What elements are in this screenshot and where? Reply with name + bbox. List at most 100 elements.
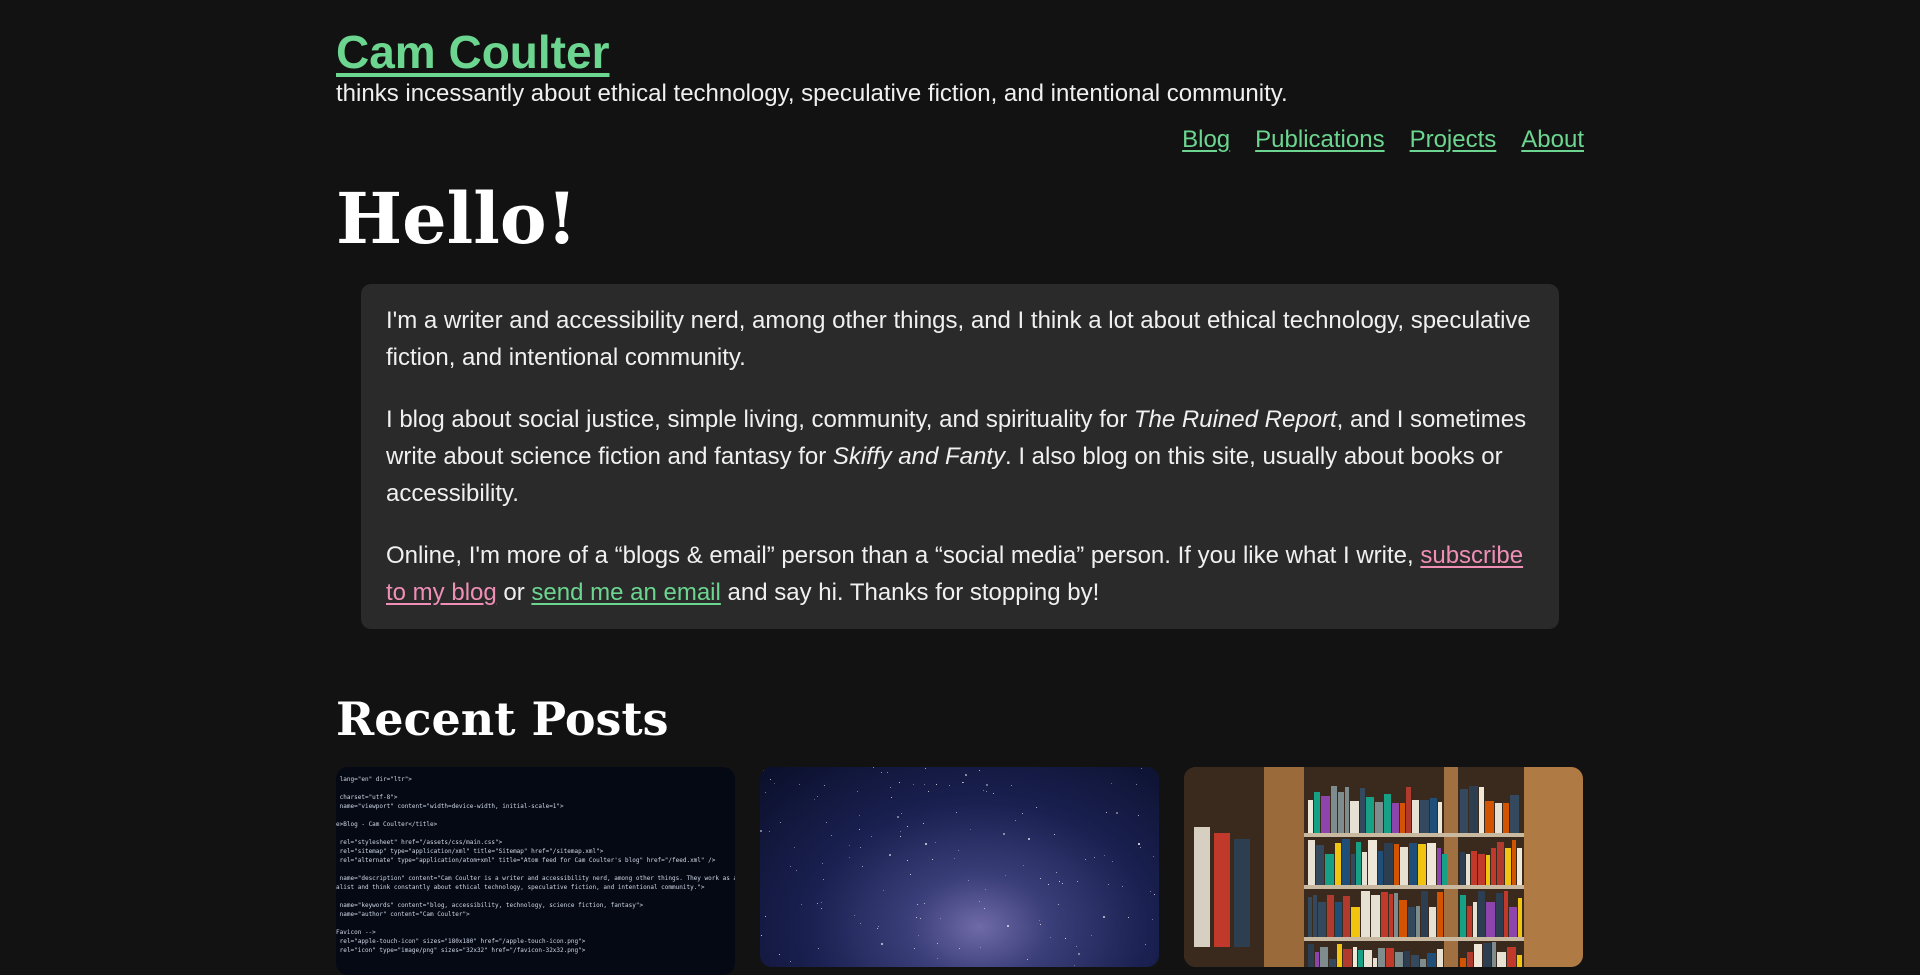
- book-spine: [1366, 797, 1374, 833]
- book-spine: [1384, 794, 1391, 833]
- book-spine: [1389, 894, 1393, 937]
- shelf-panel: [1304, 885, 1524, 889]
- star-dot: [878, 926, 879, 927]
- star-dot: [956, 812, 957, 813]
- star-dot: [1003, 833, 1005, 835]
- star-dot: [1116, 812, 1118, 814]
- book-spine: [1411, 955, 1419, 967]
- star-dot: [769, 831, 770, 832]
- book-spine: [1408, 907, 1415, 937]
- star-dot: [970, 829, 971, 830]
- book-spine: [1321, 796, 1330, 833]
- book-spine: [1460, 958, 1466, 967]
- book-spine: [1497, 952, 1506, 967]
- book-spine: [1510, 795, 1519, 833]
- shelf-panel: [1304, 937, 1524, 941]
- book-spine: [1342, 839, 1350, 885]
- star-dot: [1062, 883, 1063, 884]
- star-dot: [1104, 855, 1105, 856]
- book-spine: [1351, 854, 1355, 885]
- book-spine: [1509, 907, 1517, 937]
- star-dot: [881, 772, 882, 773]
- star-dot: [821, 902, 822, 903]
- email-link[interactable]: send me an email: [531, 579, 720, 606]
- book-spine: [1421, 891, 1428, 937]
- book-spine: [1478, 854, 1485, 885]
- book-spine: [1308, 840, 1315, 885]
- book-spine: [1485, 801, 1494, 833]
- book-spine: [1473, 902, 1477, 937]
- star-dot: [794, 847, 795, 848]
- book-spine: [1437, 949, 1443, 967]
- book-spine: [1356, 842, 1361, 885]
- code-line: <link rel="alternate" type="application/…: [336, 857, 716, 864]
- star-dot: [1154, 894, 1155, 895]
- star-dot: [765, 792, 766, 793]
- book-spine: [1368, 840, 1377, 885]
- star-dot: [1028, 838, 1030, 840]
- book-spine: [1325, 854, 1334, 885]
- book-spine: [1400, 803, 1405, 833]
- star-dot: [1094, 857, 1095, 858]
- book-spine: [1492, 942, 1496, 967]
- star-dot: [900, 836, 901, 837]
- book-spine: [1483, 943, 1491, 967]
- book-spine: [1364, 950, 1372, 967]
- star-dot: [917, 904, 918, 905]
- star-dot: [914, 948, 915, 949]
- nav-blog[interactable]: Blog: [1182, 126, 1230, 154]
- book-spine: [1338, 792, 1344, 833]
- book-spine: [1314, 792, 1320, 833]
- book-spine: [1467, 906, 1472, 937]
- book-spine: [1361, 891, 1370, 937]
- book-spine: [1351, 907, 1360, 937]
- post-card-code-thumbnail[interactable]: <html lang="en" dir="ltr"> <meta charset…: [336, 767, 735, 975]
- star-dot: [814, 799, 815, 800]
- star-dot: [1077, 881, 1078, 882]
- book-spine: [1479, 787, 1484, 833]
- nav-projects[interactable]: Projects: [1410, 126, 1497, 154]
- star-dot: [1091, 935, 1092, 936]
- star-dot: [1140, 847, 1141, 848]
- post-card-night-sky-thumbnail[interactable]: [760, 767, 1159, 967]
- star-dot: [937, 943, 938, 944]
- intro-text: and say hi. Thanks for stopping by!: [720, 579, 1100, 606]
- star-dot: [774, 783, 775, 784]
- book-spine: [1353, 947, 1357, 967]
- nav-publications[interactable]: Publications: [1255, 126, 1384, 154]
- nav-about[interactable]: About: [1521, 126, 1584, 154]
- star-dot: [913, 784, 914, 785]
- book-spine: [1316, 845, 1324, 885]
- code-line: <meta charset="utf-8">: [336, 794, 398, 801]
- code-line: <link rel="apple-touch-icon" sizes="180x…: [336, 938, 586, 945]
- book-spine: [1375, 802, 1383, 833]
- star-dot: [901, 813, 902, 814]
- code-line: <meta name="description" content="Cam Co…: [336, 875, 735, 882]
- star-dot: [1153, 856, 1154, 857]
- star-dot: [985, 889, 986, 890]
- code-line: <link rel="stylesheet" href="/assets/css…: [336, 839, 503, 846]
- star-dot: [779, 954, 780, 955]
- star-dot: [1122, 886, 1123, 887]
- star-dot: [859, 815, 860, 816]
- star-dot: [965, 774, 967, 776]
- star-dot: [761, 935, 762, 936]
- star-dot: [883, 890, 884, 891]
- star-dot: [907, 860, 908, 861]
- book-spine: [1409, 843, 1417, 885]
- page-title: Hello!: [336, 177, 578, 260]
- star-dot: [924, 784, 925, 785]
- star-dot: [993, 793, 994, 794]
- book-spine: [1503, 803, 1509, 833]
- book-spine: [1420, 800, 1429, 833]
- post-card-bookshelf-thumbnail[interactable]: [1184, 767, 1583, 967]
- book-spine: [1395, 952, 1403, 967]
- site-title-link[interactable]: Cam Coulter: [336, 24, 609, 80]
- star-dot: [897, 816, 899, 818]
- code-line: <meta name="author" content="Cam Coulter…: [336, 911, 470, 918]
- shelf-panel: [1304, 833, 1524, 837]
- code-line: <link rel="icon" type="image/png" sizes=…: [336, 947, 586, 954]
- book-spine: [1194, 827, 1210, 947]
